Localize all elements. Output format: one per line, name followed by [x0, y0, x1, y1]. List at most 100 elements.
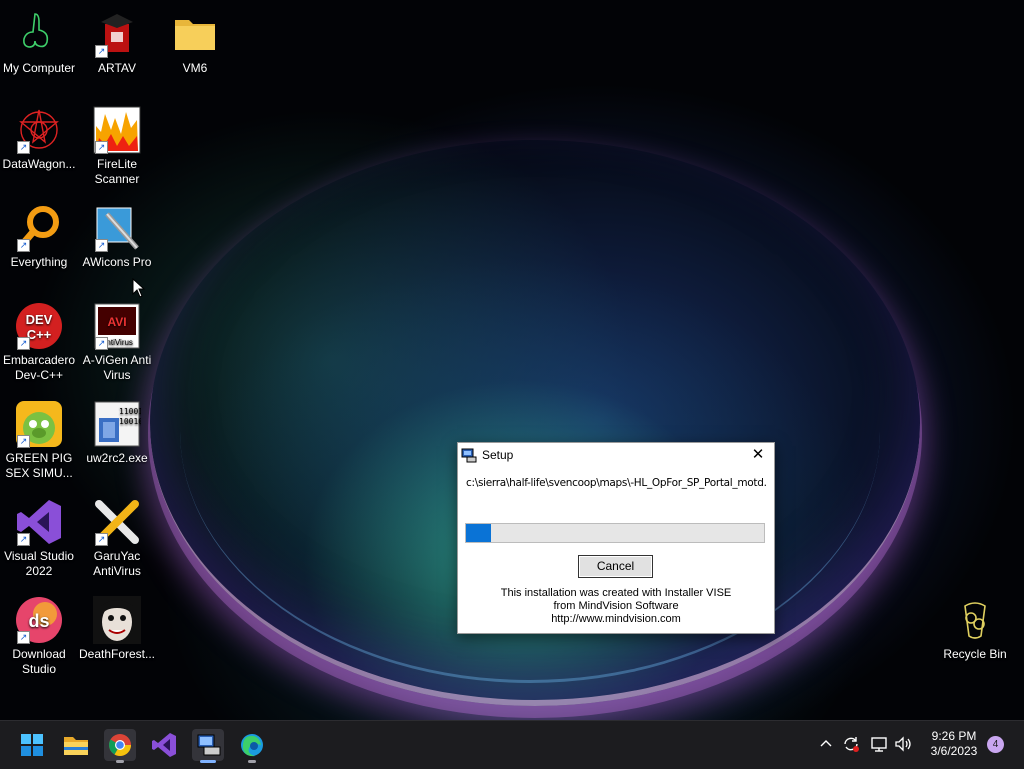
- desktop-icon-vm6[interactable]: VM6: [156, 10, 234, 76]
- desktop-icon-label: Embarcadero Dev-C++: [2, 353, 76, 382]
- shortcut-arrow-icon: ↗: [17, 337, 30, 350]
- shortcut-arrow-icon: ↗: [17, 631, 30, 644]
- svg-text:AVI: AVI: [107, 315, 126, 329]
- shortcut-arrow-icon: ↗: [17, 533, 30, 546]
- desktop-icon-label: A-ViGen Anti Virus: [82, 353, 152, 382]
- desktop-icon-label: ARTAV: [97, 61, 136, 75]
- taskbar: 9:26 PM 3/6/2023 4: [0, 720, 1024, 769]
- artav-icon: ↗: [93, 10, 141, 58]
- running-indicator: [248, 760, 256, 763]
- sync-alert-icon: [844, 737, 859, 752]
- installer-credit-line: from MindVision Software: [553, 600, 679, 612]
- notification-badge[interactable]: 4: [987, 736, 1004, 753]
- setup-installer-icon: [197, 734, 221, 756]
- svg-text:C++: C++: [27, 327, 52, 342]
- tray-sync[interactable]: [842, 735, 860, 756]
- show-hidden-icons-chevron[interactable]: [818, 735, 834, 754]
- shortcut-arrow-icon: ↗: [95, 239, 108, 252]
- setup-computer-icon: [461, 448, 477, 463]
- uw2rc2-icon: 110010100100: [93, 400, 148, 448]
- green-pig-icon: ↗: [15, 400, 63, 448]
- file-explorer-icon: [64, 737, 88, 755]
- desktop-icon-green-pig[interactable]: ↗ GREEN PIG SEX SIMU...: [0, 400, 78, 481]
- svg-text:DEV: DEV: [26, 312, 53, 327]
- chrome-icon: [109, 734, 131, 756]
- installer-credit-line: This installation was created with Insta…: [500, 587, 732, 599]
- start-button[interactable]: [16, 729, 48, 761]
- shortcut-arrow-icon: ↗: [95, 45, 108, 58]
- desktop-icon-firelite[interactable]: ↗ FireLite Scanner: [78, 106, 156, 187]
- desktop-icon-devcpp[interactable]: DEV C++ ↗ Embarcadero Dev-C++: [0, 302, 78, 383]
- installer-credit-url: http://www.mindvision.com: [551, 613, 681, 625]
- visual-studio-icon: [152, 733, 176, 757]
- desktop-icon-avigen[interactable]: AVI AntiVirus ↗ A-ViGen Anti Virus: [78, 302, 156, 383]
- svg-text:100100: 100100: [119, 417, 141, 426]
- desktop-icon-garuyac[interactable]: ↗ GaruYac AntiVirus: [78, 498, 156, 579]
- desktop-icon-label: Recycle Bin: [943, 647, 1007, 661]
- shortcut-arrow-icon: ↗: [17, 435, 30, 448]
- devcpp-icon: DEV C++ ↗: [15, 302, 63, 350]
- dialog-title: Setup: [482, 448, 514, 462]
- taskbar-chrome[interactable]: [104, 729, 136, 763]
- tray-volume[interactable]: [894, 735, 912, 756]
- cancel-button[interactable]: Cancel: [578, 555, 653, 578]
- desktop-icon-label: GREEN PIG SEX SIMU...: [5, 451, 73, 480]
- desktop-icon-label: Download Studio: [12, 647, 66, 676]
- taskbar-edge[interactable]: [236, 729, 268, 763]
- everything-search-icon: ↗: [15, 204, 63, 252]
- visual-studio-icon: ↗: [15, 498, 63, 546]
- recycle-bin-icon: [951, 596, 999, 644]
- desktop-icon-label: Visual Studio 2022: [4, 549, 74, 578]
- clock-date: 3/6/2023: [930, 744, 978, 758]
- taskbar-file-explorer[interactable]: [60, 729, 92, 761]
- edge-icon: [241, 734, 263, 757]
- desktop-icon-label: My Computer: [2, 61, 76, 75]
- taskbar-setup-installer[interactable]: [192, 729, 224, 763]
- taskbar-visual-studio[interactable]: [148, 729, 180, 761]
- shortcut-arrow-icon: ↗: [17, 141, 30, 154]
- my-computer-icon: [15, 10, 63, 58]
- desktop-icon-deathforest[interactable]: DeathForest...: [78, 596, 156, 662]
- desktop-icon-visual-studio[interactable]: ↗ Visual Studio 2022: [0, 498, 78, 579]
- desktop-icon-label: DataWagon...: [2, 157, 76, 171]
- mouse-cursor-icon: [132, 278, 146, 298]
- desktop-icon-datawagon[interactable]: ↗ DataWagon...: [0, 106, 78, 172]
- shortcut-arrow-icon: ↗: [95, 141, 108, 154]
- setup-dialog: Setup ✕ c:\sierra\half-life\svencoop\map…: [457, 442, 775, 634]
- running-indicator: [116, 760, 124, 763]
- desktop-icon-awicons[interactable]: ↗ AWicons Pro: [78, 204, 156, 270]
- deathforest-icon: [93, 596, 141, 644]
- datawagon-icon: ↗: [15, 106, 63, 154]
- desktop-icon-label: Everything: [10, 255, 68, 269]
- shortcut-arrow-icon: ↗: [95, 337, 108, 350]
- shortcut-arrow-icon: ↗: [17, 239, 30, 252]
- tray-network[interactable]: [870, 735, 888, 756]
- desktop-icon-artav[interactable]: ↗ ARTAV: [78, 10, 156, 76]
- desktop-icon-everything[interactable]: ↗ Everything: [0, 204, 78, 270]
- desktop-icon-label: VM6: [182, 61, 208, 75]
- install-progress-fill: [466, 524, 492, 542]
- dialog-close-button[interactable]: ✕: [748, 446, 768, 464]
- shortcut-arrow-icon: ↗: [95, 533, 108, 546]
- start-icon: [21, 734, 43, 756]
- svg-text:ds: ds: [28, 611, 49, 631]
- tray-clock[interactable]: 9:26 PM 3/6/2023: [924, 729, 984, 759]
- avigen-icon: AVI AntiVirus ↗: [93, 302, 141, 350]
- desktop-icon-label: DeathForest...: [78, 647, 156, 661]
- chevron-up-icon: [820, 740, 832, 747]
- desktop-icon-uw2rc2[interactable]: 110010100100 uw2rc2.exe: [78, 400, 156, 466]
- network-icon: [871, 737, 887, 752]
- desktop-icon-download-studio[interactable]: ds ↗ Download Studio: [0, 596, 78, 677]
- desktop-icon-recycle-bin[interactable]: Recycle Bin: [936, 596, 1014, 662]
- firelite-icon: ↗: [93, 106, 141, 154]
- awicons-icon: ↗: [93, 204, 141, 252]
- download-studio-icon: ds ↗: [15, 596, 63, 644]
- dialog-title-bar[interactable]: Setup ✕: [458, 443, 774, 467]
- desktop-icon-my-computer[interactable]: My Computer: [0, 10, 78, 76]
- install-progress-bar: [465, 523, 765, 543]
- garuyac-icon: ↗: [93, 498, 141, 546]
- desktop-icon-label: uw2rc2.exe: [86, 451, 148, 465]
- folder-icon: [171, 10, 219, 58]
- desktop-icon-label: FireLite Scanner: [94, 157, 140, 186]
- svg-text:110010: 110010: [119, 407, 141, 416]
